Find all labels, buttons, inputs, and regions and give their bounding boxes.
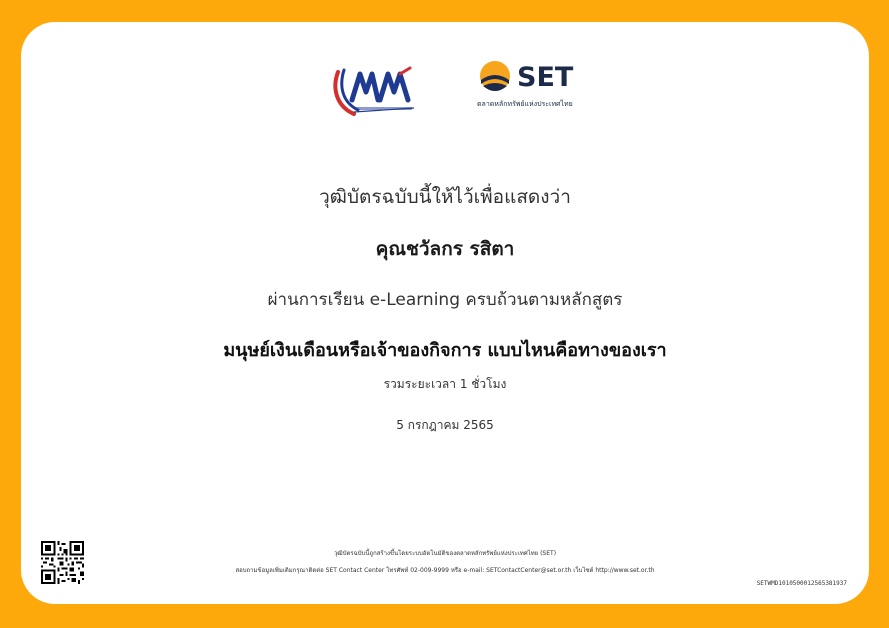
set-subtitle: ตลาดหลักทรัพย์แห่งประเทศไทย [477, 100, 573, 108]
completion-statement: ผ่านการเรียน e-Learning ครบถ้วนตามหลักสู… [267, 290, 623, 310]
certificate-card: SET ตลาดหลักทรัพย์แห่งประเทศไทย วุฒิบัตร… [21, 22, 869, 604]
certificate-frame: SET ตลาดหลักทรัพย์แห่งประเทศไทย วุฒิบัตร… [0, 0, 889, 628]
footer-generated-note: วุฒิบัตรฉบับนี้ถูกสร้างขึ้นโดยระบบอัตโนม… [333, 550, 557, 557]
issue-date: 5 กรกฎาคม 2565 [396, 418, 494, 432]
certificate-intro: วุฒิบัตรฉบับนี้ให้ไว้เพื่อแสดงว่า [319, 186, 571, 208]
recipient-name: คุณชวัลกร รสิตา [375, 238, 515, 260]
footer-contact-info: สอบถามข้อมูลเพิ่มเติมกรุณาติดต่อ SET Con… [235, 567, 655, 574]
course-duration: รวมระยะเวลา 1 ชั่วโมง [383, 377, 507, 391]
kpk-logo-icon [333, 66, 415, 116]
logo-row: SET ตลาดหลักทรัพย์แห่งประเทศไทย [21, 22, 869, 132]
course-title: มนุษย์เงินเดือนหรือเจ้าของกิจการ แบบไหนค… [223, 340, 667, 361]
set-wordmark: SET [517, 62, 574, 93]
certificate-id: SETWMD1010500012565381937 [756, 580, 847, 587]
